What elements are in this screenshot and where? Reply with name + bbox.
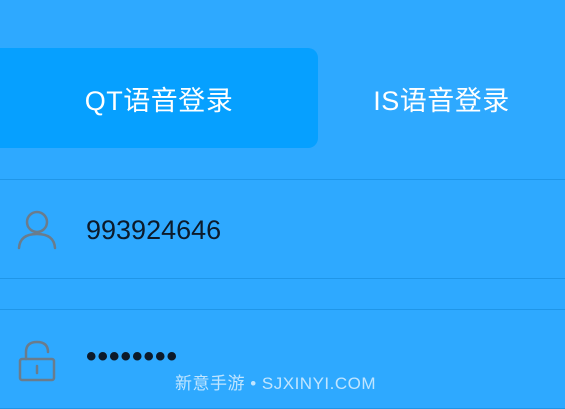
tab-qt-voice-login[interactable]: QT语音登录	[0, 48, 318, 148]
login-tabs: QT语音登录 IS语音登录	[0, 48, 565, 148]
username-field	[0, 179, 565, 279]
user-icon	[17, 210, 57, 250]
password-field: ••••••••	[0, 309, 565, 409]
lock-icon	[18, 340, 56, 382]
tab-is-voice-login-label: IS语音登录	[373, 85, 510, 116]
watermark: 新意手游 • SJXINYI.COM	[175, 374, 377, 393]
logo-fragment	[0, 0, 565, 12]
tab-is-voice-login[interactable]: IS语音登录	[318, 48, 565, 148]
tab-qt-voice-login-label: QT语音登录	[84, 85, 234, 116]
username-input[interactable]	[86, 215, 526, 246]
